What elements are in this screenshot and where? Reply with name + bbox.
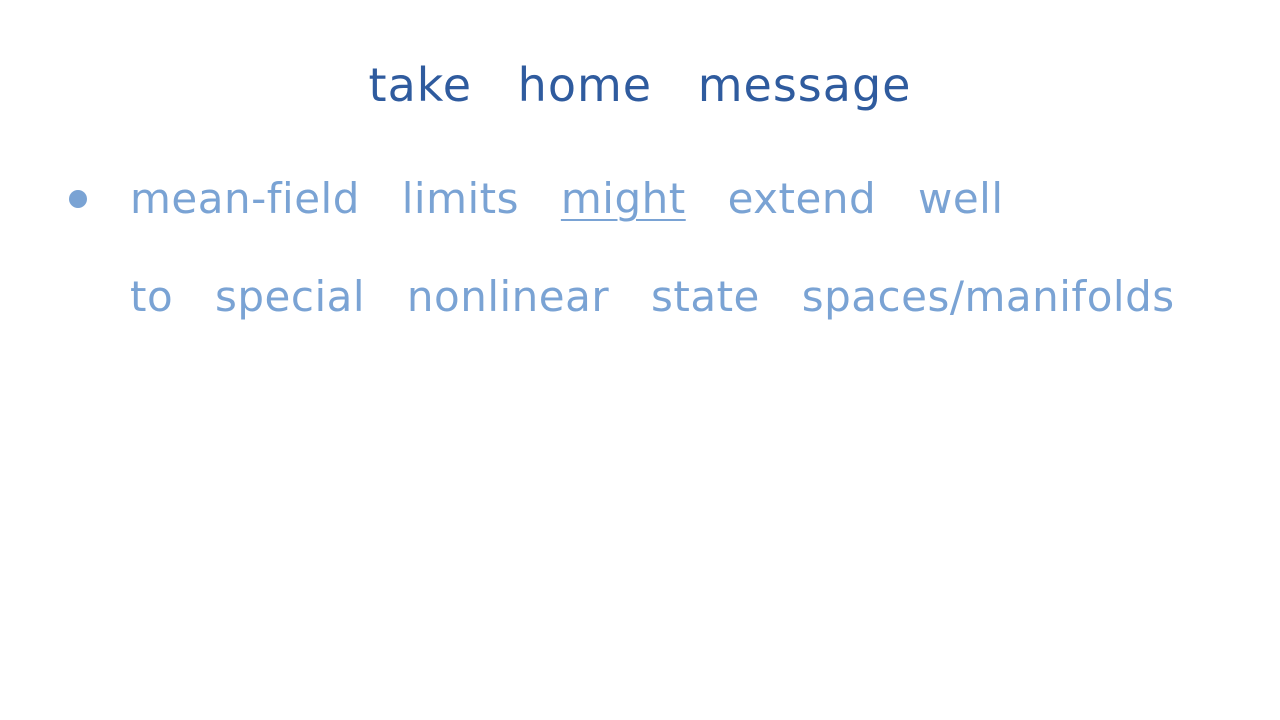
- bullet-line-1: mean-field limits might extend well: [130, 178, 1004, 220]
- bullet-line-2: to special nonlinear state spaces/manifo…: [130, 272, 1175, 321]
- line1-text-after: extend well: [727, 174, 1004, 223]
- line1-text-before: mean-field limits: [130, 174, 520, 223]
- line1-emphasis-word: might: [560, 174, 686, 223]
- slide-canvas: take home message mean-field limits migh…: [0, 0, 1280, 720]
- slide-title: take home message: [368, 58, 912, 112]
- bullet-dot: [69, 190, 87, 208]
